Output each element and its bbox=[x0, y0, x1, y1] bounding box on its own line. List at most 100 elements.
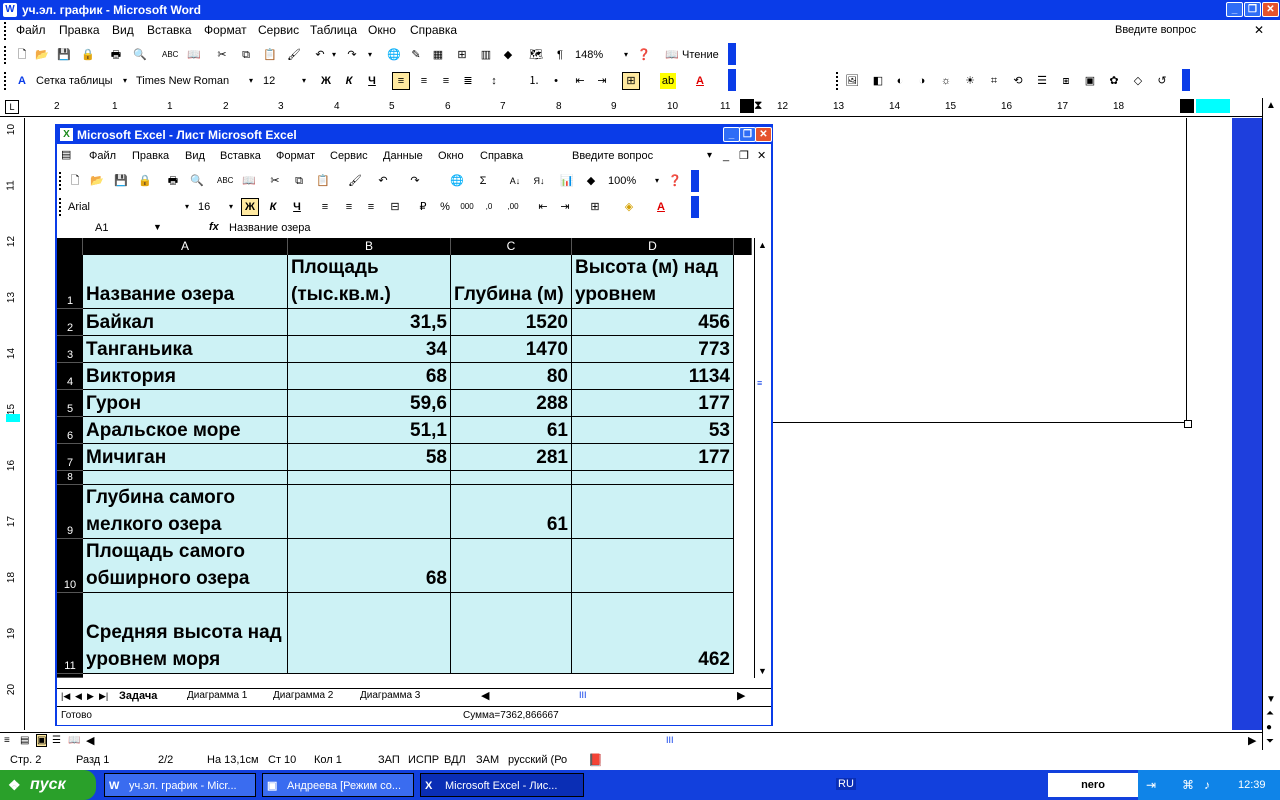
help-icon[interactable]: ❓ bbox=[636, 47, 652, 63]
undo-icon[interactable]: ↶ bbox=[375, 173, 391, 189]
tables-borders-icon[interactable]: ✎ bbox=[408, 47, 424, 63]
menu-edit[interactable]: Правка bbox=[59, 20, 100, 40]
column-header-e[interactable] bbox=[734, 238, 752, 255]
volume-icon[interactable]: ♪ bbox=[1204, 770, 1210, 800]
row-header[interactable]: 6 bbox=[57, 417, 83, 444]
row-header[interactable]: 1 bbox=[57, 255, 83, 309]
table-cell[interactable]: 59,6 bbox=[288, 390, 451, 417]
align-center-icon[interactable]: ≡ bbox=[416, 73, 432, 89]
table-cell[interactable] bbox=[572, 485, 734, 539]
excel-app-icon[interactable]: X bbox=[60, 128, 73, 141]
line-spacing-icon[interactable]: ↕ bbox=[486, 73, 502, 89]
justify-icon[interactable]: ≣ bbox=[460, 73, 476, 89]
status-trk[interactable]: ИСПР bbox=[408, 750, 439, 770]
toolbar-options-icon[interactable] bbox=[691, 170, 699, 192]
table-cell[interactable]: 68 bbox=[288, 539, 451, 593]
sort-descending-icon[interactable]: Я↓ bbox=[531, 173, 547, 189]
horizontal-ruler[interactable]: L 2 1 1 2 3 4 5 6 7 8 9 10 11 12 13 14 1… bbox=[0, 98, 1280, 117]
arrow-icon[interactable]: ⇥ bbox=[1146, 770, 1156, 800]
menu-view[interactable]: Вид bbox=[112, 20, 134, 40]
table-cell[interactable]: 288 bbox=[451, 390, 572, 417]
table-cell[interactable]: 177 bbox=[572, 390, 734, 417]
spelling-icon[interactable]: ABC bbox=[217, 173, 233, 189]
table-cell[interactable]: 53 bbox=[572, 417, 734, 444]
sheet-tab-task[interactable]: Задача bbox=[119, 690, 157, 702]
table-cell[interactable] bbox=[83, 471, 288, 485]
table-cell[interactable] bbox=[451, 471, 572, 485]
table-cell[interactable]: Высота (м) над уровнем bbox=[572, 255, 734, 309]
compress-icon[interactable]: ⧆ bbox=[1058, 73, 1074, 89]
permission-icon[interactable]: 🔒 bbox=[137, 173, 153, 189]
reading-view-icon[interactable]: 📖 bbox=[68, 735, 80, 746]
fill-color-icon[interactable]: ◈ bbox=[621, 199, 637, 215]
menu-window[interactable]: Окно bbox=[368, 20, 396, 40]
print-preview-icon[interactable]: 🔍 bbox=[189, 173, 205, 189]
row-header[interactable]: 4 bbox=[57, 363, 83, 390]
underline-icon[interactable]: Ч bbox=[364, 73, 380, 89]
new-document-icon[interactable]: 🗋 bbox=[14, 47, 30, 63]
status-ovr[interactable]: ЗАМ bbox=[476, 750, 499, 770]
column-header-d[interactable]: D bbox=[572, 238, 734, 255]
sheet-tab-chart1[interactable]: Диаграмма 1 bbox=[187, 690, 247, 701]
close-icon[interactable]: ✕ bbox=[1262, 2, 1279, 17]
menu-format[interactable]: Формат bbox=[276, 146, 315, 166]
increase-indent-icon[interactable]: ⇥ bbox=[594, 73, 610, 89]
numbering-icon[interactable]: ⒈ bbox=[526, 73, 542, 89]
prev-sheet-icon[interactable]: ◀ bbox=[75, 691, 82, 702]
drawing-icon[interactable]: ◆ bbox=[583, 173, 599, 189]
borders-icon[interactable]: ⊞ bbox=[622, 72, 640, 90]
close-doc-icon[interactable]: ✕ bbox=[1254, 20, 1264, 40]
toolbar-options-icon[interactable] bbox=[1182, 69, 1190, 91]
hscroll-thumb[interactable]: III bbox=[666, 735, 674, 745]
row-header[interactable]: 2 bbox=[57, 309, 83, 336]
menu-window[interactable]: Окно bbox=[438, 146, 464, 166]
table-cell[interactable]: 31,5 bbox=[288, 309, 451, 336]
copy-icon[interactable]: ⧉ bbox=[238, 47, 254, 63]
row-header[interactable]: 3 bbox=[57, 336, 83, 363]
table-cell[interactable]: Глубина самого мелкого озера bbox=[83, 485, 288, 539]
table-cell[interactable]: Гурон bbox=[83, 390, 288, 417]
align-left-icon[interactable]: ≡ bbox=[317, 199, 333, 215]
row-header[interactable]: 9 bbox=[57, 485, 83, 539]
table-cell[interactable]: 773 bbox=[572, 336, 734, 363]
toolbar-grip[interactable] bbox=[4, 46, 9, 64]
menu-file[interactable]: Файл bbox=[89, 146, 116, 166]
table-cell[interactable]: 1134 bbox=[572, 363, 734, 390]
tab-selector-icon[interactable]: L bbox=[5, 100, 19, 114]
decrease-decimal-icon[interactable]: ,00 bbox=[505, 199, 521, 215]
open-folder-icon[interactable]: 📂 bbox=[34, 47, 50, 63]
row-header[interactable] bbox=[57, 674, 83, 678]
table-cell[interactable]: Байкал bbox=[83, 309, 288, 336]
menu-edit[interactable]: Правка bbox=[132, 146, 169, 166]
print-icon[interactable]: 🖶 bbox=[108, 47, 124, 63]
scroll-thumb[interactable]: ≡ bbox=[757, 378, 762, 388]
permission-icon[interactable]: 🔒 bbox=[80, 47, 96, 63]
borders-icon[interactable]: ⊞ bbox=[587, 199, 603, 215]
table-cell[interactable] bbox=[288, 593, 451, 674]
column-header-c[interactable]: C bbox=[451, 238, 572, 255]
scroll-left-icon[interactable]: ◀ bbox=[481, 689, 489, 702]
status-ext[interactable]: ВДЛ bbox=[444, 750, 466, 770]
hscroll-thumb[interactable]: III bbox=[579, 690, 587, 700]
font-size-combo[interactable]: 16 ▾ bbox=[195, 199, 235, 215]
minimize-icon[interactable]: _ bbox=[723, 146, 729, 166]
next-sheet-icon[interactable]: ▶ bbox=[87, 691, 94, 702]
toolbar-options-icon[interactable] bbox=[728, 43, 736, 65]
redo-icon[interactable]: ↷ bbox=[407, 173, 423, 189]
function-icon[interactable]: fx bbox=[209, 221, 219, 233]
underline-icon[interactable]: Ч bbox=[289, 199, 305, 215]
column-header-a[interactable]: A bbox=[83, 238, 288, 255]
menu-data[interactable]: Данные bbox=[383, 146, 423, 166]
close-icon[interactable]: ✕ bbox=[755, 127, 772, 142]
italic-icon[interactable]: К bbox=[341, 73, 357, 89]
taskbar-item-excel[interactable]: X Microsoft Excel - Лис... bbox=[420, 773, 584, 797]
toolbar-grip[interactable] bbox=[59, 172, 64, 190]
copy-icon[interactable]: ⧉ bbox=[291, 173, 307, 189]
cut-icon[interactable]: ✂ bbox=[267, 173, 283, 189]
indent-marker-icon[interactable]: ⧗ bbox=[754, 98, 762, 113]
sheet-tab-chart2[interactable]: Диаграмма 2 bbox=[273, 690, 333, 701]
align-left-icon[interactable]: ≡ bbox=[392, 72, 410, 90]
drawing-icon[interactable]: ◆ bbox=[500, 47, 516, 63]
minimize-icon[interactable]: _ bbox=[1226, 2, 1243, 17]
decrease-indent-icon[interactable]: ⇤ bbox=[535, 199, 551, 215]
